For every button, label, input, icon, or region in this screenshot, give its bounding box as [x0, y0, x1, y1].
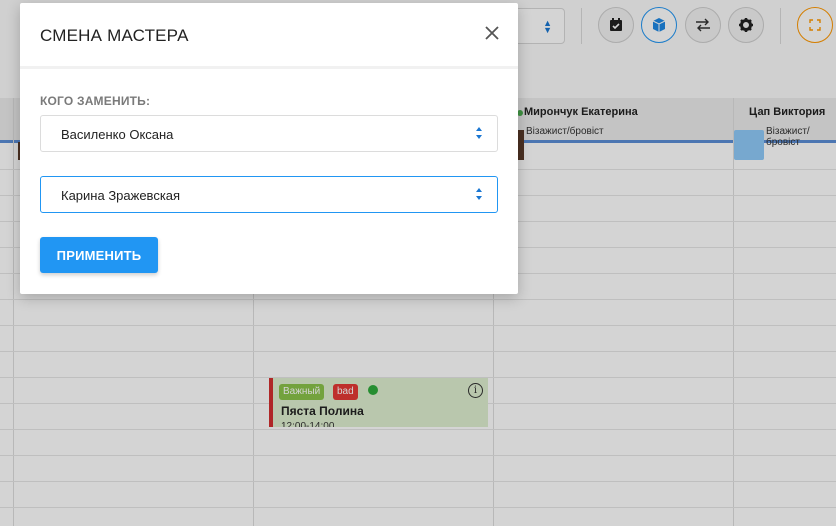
dialog-header: СМЕНА МАСТЕРА: [20, 3, 518, 69]
replace-label: КОГО ЗАМЕНИТЬ:: [40, 94, 151, 108]
selected-value: Василенко Оксана: [61, 127, 174, 142]
select-arrows-icon: [476, 127, 482, 139]
close-icon: [485, 26, 499, 40]
dialog-title: СМЕНА МАСТЕРА: [40, 26, 189, 45]
replace-from-select[interactable]: Василенко Оксана: [40, 115, 498, 152]
apply-button[interactable]: ПРИМЕНИТЬ: [40, 237, 158, 273]
select-arrows-icon: [476, 188, 482, 200]
close-button[interactable]: [480, 21, 504, 45]
replace-to-select[interactable]: Карина Зражевская: [40, 176, 498, 213]
selected-value: Карина Зражевская: [61, 188, 181, 203]
change-master-dialog: СМЕНА МАСТЕРА КОГО ЗАМЕНИТЬ: Василенко О…: [20, 3, 518, 294]
